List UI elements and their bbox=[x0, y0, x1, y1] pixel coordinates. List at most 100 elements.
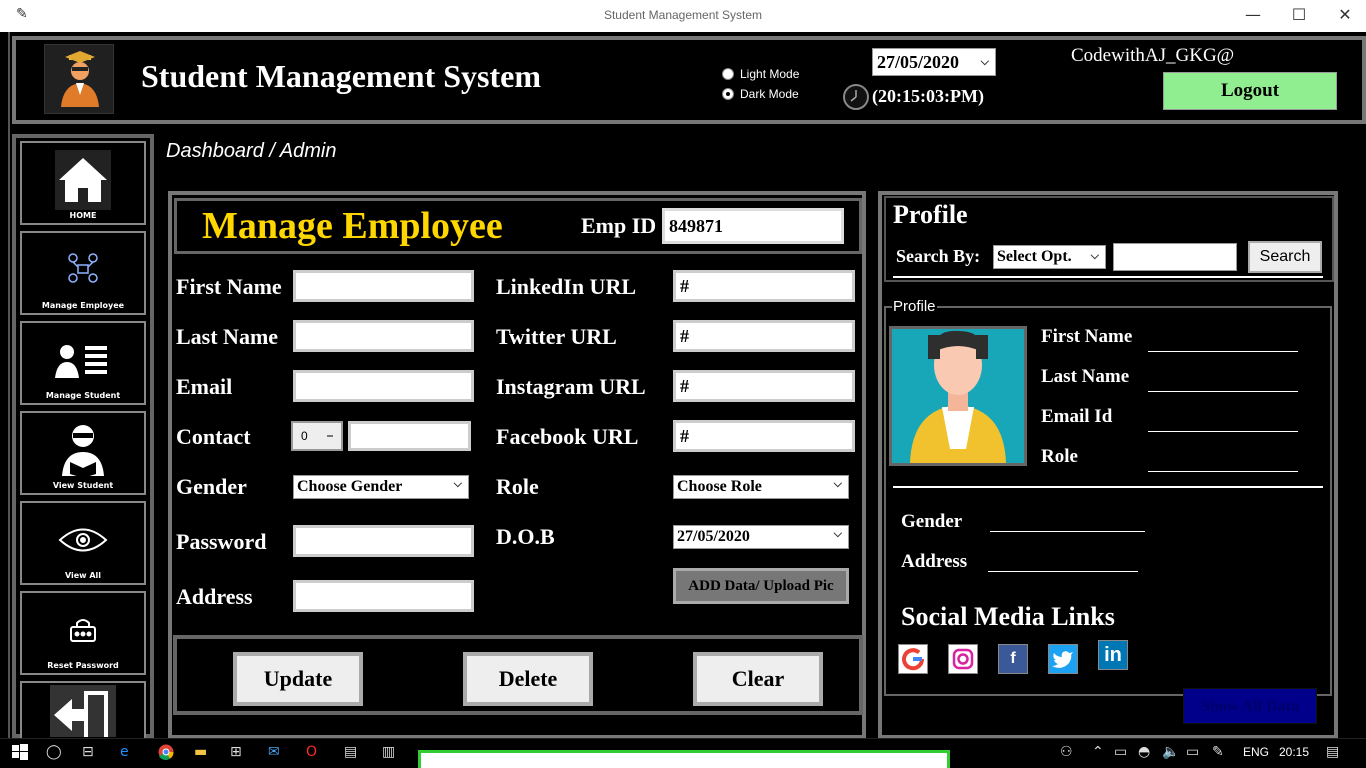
email-label: Email bbox=[176, 374, 233, 399]
sidebar-item-manage-student[interactable]: Manage Student bbox=[20, 321, 146, 405]
last-name-input[interactable] bbox=[293, 320, 474, 352]
country-code-value: 0 bbox=[301, 429, 308, 443]
role-label: Role bbox=[496, 474, 539, 499]
address-input[interactable] bbox=[293, 580, 474, 612]
home-icon bbox=[22, 149, 144, 211]
search-by-select[interactable]: Select Opt. ⌵ bbox=[993, 245, 1106, 269]
opera-icon[interactable]: O bbox=[306, 744, 317, 760]
manage-employee-title: Manage Employee bbox=[202, 205, 503, 247]
profile-first-name-label: First Name bbox=[1041, 326, 1133, 347]
dark-mode-radio[interactable]: Dark Mode bbox=[722, 87, 799, 101]
volume-icon[interactable]: 🔈 bbox=[1162, 744, 1179, 760]
language-indicator[interactable]: ENG bbox=[1243, 745, 1269, 759]
team-icon bbox=[22, 239, 144, 301]
divider bbox=[893, 276, 1323, 278]
windows-start-icon[interactable] bbox=[12, 744, 28, 764]
clock-icon bbox=[843, 84, 869, 110]
twitter-input[interactable]: # bbox=[673, 320, 855, 352]
minimize-button[interactable]: — bbox=[1230, 4, 1276, 28]
store-icon[interactable]: ⊞ bbox=[230, 744, 242, 760]
lock-icon bbox=[22, 599, 144, 661]
battery-icon[interactable]: ▭ bbox=[1114, 744, 1127, 760]
sidebar-item-view-student[interactable]: View Student bbox=[20, 411, 146, 495]
chevron-down-icon: ⌵ bbox=[980, 55, 989, 68]
linkedin-input[interactable]: # bbox=[673, 270, 855, 302]
close-button[interactable]: ✕ bbox=[1322, 4, 1366, 28]
add-data-upload-button[interactable]: ADD Data/ Upload Pic bbox=[673, 568, 849, 604]
mail-icon[interactable]: ✉ bbox=[268, 744, 280, 760]
search-input[interactable] bbox=[1113, 243, 1237, 271]
twitter-icon[interactable] bbox=[1048, 644, 1078, 674]
search-button[interactable]: Search bbox=[1248, 241, 1322, 273]
emp-id-input[interactable]: 849871 bbox=[662, 208, 844, 244]
dark-mode-label: Dark Mode bbox=[740, 87, 799, 101]
graduate-logo-icon bbox=[44, 44, 114, 114]
instagram-icon[interactable] bbox=[948, 644, 978, 674]
window-title: Student Management System bbox=[603, 8, 763, 22]
chevron-down-icon: ⌵ bbox=[833, 477, 842, 490]
eye-icon bbox=[22, 509, 144, 571]
breadcrumb: Dashboard / Admin bbox=[166, 140, 337, 162]
people-icon[interactable]: ⚇ bbox=[1060, 744, 1073, 760]
facebook-icon[interactable]: f bbox=[998, 644, 1028, 674]
display-icon[interactable]: ▭ bbox=[1186, 744, 1199, 760]
instagram-label: Instagram URL bbox=[496, 374, 646, 399]
sidebar-item-exit[interactable] bbox=[20, 681, 146, 738]
delete-button[interactable]: Delete bbox=[463, 652, 593, 706]
date-select[interactable]: 27/05/2020 ⌵ bbox=[872, 48, 996, 76]
sidebar-label: HOME bbox=[69, 211, 97, 220]
twitter-label: Twitter URL bbox=[496, 324, 617, 349]
network-icon[interactable]: ◓ bbox=[1138, 744, 1150, 760]
chevron-up-icon[interactable]: ⌃ bbox=[1092, 744, 1104, 760]
show-all-data-button[interactable]: Show All Data bbox=[1183, 688, 1317, 724]
light-mode-radio[interactable]: Light Mode bbox=[722, 67, 799, 81]
notification-icon[interactable]: ▤ bbox=[1326, 744, 1339, 760]
app-icon[interactable]: ▤ bbox=[344, 744, 357, 760]
role-value: Choose Role bbox=[677, 478, 762, 495]
gender-value-line bbox=[990, 531, 1145, 532]
country-code-spinbox[interactable]: 0 ⎯ bbox=[291, 421, 343, 451]
search-by-label: Search By: bbox=[896, 246, 981, 266]
linkedin-icon[interactable]: in bbox=[1098, 640, 1128, 670]
linkedin-label: LinkedIn URL bbox=[496, 274, 637, 299]
clear-button[interactable]: Clear bbox=[693, 652, 823, 706]
facebook-input[interactable]: # bbox=[673, 420, 855, 452]
chevron-down-icon: ⌵ bbox=[1090, 249, 1099, 262]
email-input[interactable] bbox=[293, 370, 474, 402]
maximize-button[interactable]: ☐ bbox=[1276, 4, 1322, 28]
update-button[interactable]: Update bbox=[233, 652, 363, 706]
file-explorer-icon[interactable]: ▬ bbox=[194, 744, 207, 760]
sidebar-item-reset-password[interactable]: Reset Password bbox=[20, 591, 146, 675]
gender-select[interactable]: Choose Gender ⌵ bbox=[293, 475, 469, 499]
task-view-icon[interactable]: ⊟ bbox=[82, 744, 94, 760]
edge-icon[interactable]: e bbox=[120, 744, 129, 760]
logout-button[interactable]: Logout bbox=[1163, 72, 1337, 110]
username-label: CodewithAJ_GKG@ bbox=[1071, 45, 1235, 66]
first-name-value-line bbox=[1148, 351, 1298, 352]
taskbar-clock[interactable]: 20:15 bbox=[1279, 745, 1309, 759]
profile-address-label: Address bbox=[901, 551, 968, 572]
password-input[interactable] bbox=[293, 525, 474, 557]
emp-id-label: Emp ID bbox=[581, 213, 657, 238]
instagram-input[interactable]: # bbox=[673, 370, 855, 402]
role-select[interactable]: Choose Role ⌵ bbox=[673, 475, 849, 499]
email-value-line bbox=[1148, 431, 1298, 432]
chrome-icon[interactable] bbox=[158, 744, 174, 764]
contact-input[interactable] bbox=[348, 421, 471, 451]
avatar bbox=[889, 326, 1027, 466]
google-icon[interactable] bbox=[898, 644, 928, 674]
sidebar-item-home[interactable]: HOME bbox=[20, 141, 146, 225]
sidebar-item-manage-employee[interactable]: Manage Employee bbox=[20, 231, 146, 315]
spin-arrows-icon: ⎯ bbox=[326, 428, 333, 442]
first-name-input[interactable] bbox=[293, 270, 474, 302]
dob-select[interactable]: 27/05/2020 ⌵ bbox=[673, 525, 849, 549]
exit-icon bbox=[22, 685, 144, 737]
search-by-value: Select Opt. bbox=[997, 248, 1072, 265]
app-icon[interactable]: ▥ bbox=[382, 744, 395, 760]
sidebar-item-view-all[interactable]: View All bbox=[20, 501, 146, 585]
search-icon[interactable]: ◯ bbox=[46, 744, 62, 760]
first-name-label: First Name bbox=[176, 274, 282, 299]
notification-popup[interactable] bbox=[418, 750, 950, 768]
chevron-down-icon: ⌵ bbox=[833, 527, 842, 540]
pen-icon[interactable]: ✎ bbox=[1212, 744, 1224, 760]
